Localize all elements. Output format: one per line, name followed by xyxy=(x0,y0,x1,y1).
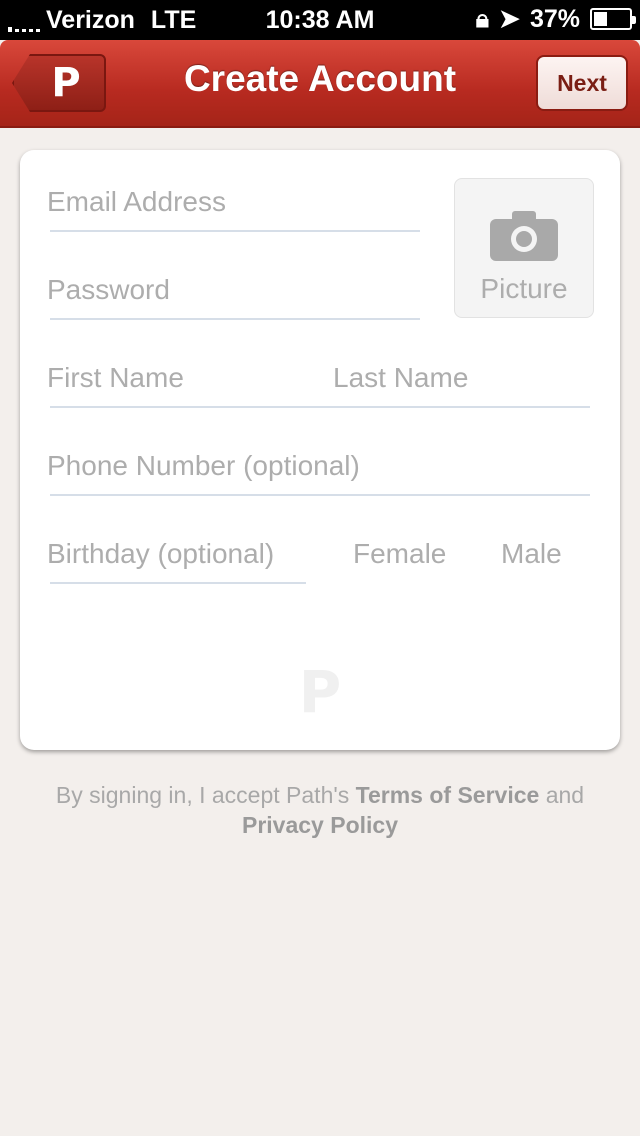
gender-female-option[interactable]: Female xyxy=(353,540,446,568)
gender-male-option[interactable]: Male xyxy=(501,540,562,568)
terms-prefix: By signing in, I accept Path's xyxy=(55,782,356,808)
password-field[interactable]: Password xyxy=(47,276,170,304)
camera-icon xyxy=(490,211,558,261)
back-button[interactable]: P xyxy=(12,54,106,112)
first-name-field[interactable]: First Name xyxy=(47,364,184,392)
terms-middle: and xyxy=(539,782,585,808)
status-right: 🔒︎ ➤ 37% xyxy=(475,4,636,34)
email-field[interactable]: Email Address xyxy=(47,188,226,216)
picture-label: Picture xyxy=(480,273,568,304)
name-underline xyxy=(50,406,590,408)
terms-of-service-link[interactable]: Terms of Service xyxy=(356,782,540,808)
status-bar: Verizon LTE 10:38 AM 🔒︎ ➤ 37% xyxy=(0,0,640,40)
rotation-lock-icon: 🔒︎ xyxy=(475,4,489,33)
email-underline xyxy=(50,230,420,232)
path-watermark-icon: P xyxy=(298,658,342,726)
navigation-bar: P Create Account Next xyxy=(0,40,640,128)
next-button[interactable]: Next xyxy=(536,55,628,111)
location-arrow-icon: ➤ xyxy=(499,5,520,33)
path-logo-icon: P xyxy=(51,60,81,106)
birthday-underline xyxy=(50,582,306,584)
signup-form-card: Email Address Password Picture First Nam… xyxy=(20,150,620,750)
terms-notice: By signing in, I accept Path's Terms of … xyxy=(30,780,610,840)
add-picture-button[interactable]: Picture xyxy=(454,178,594,318)
privacy-policy-link[interactable]: Privacy Policy xyxy=(242,812,398,838)
password-underline xyxy=(50,318,420,320)
battery-percent: 37% xyxy=(529,4,580,33)
phone-underline xyxy=(50,494,590,496)
last-name-field[interactable]: Last Name xyxy=(333,364,468,392)
battery-icon xyxy=(590,8,636,30)
page-title: Create Account xyxy=(183,58,457,99)
birthday-field[interactable]: Birthday (optional) xyxy=(47,540,274,568)
phone-number-field[interactable]: Phone Number (optional) xyxy=(47,452,360,480)
